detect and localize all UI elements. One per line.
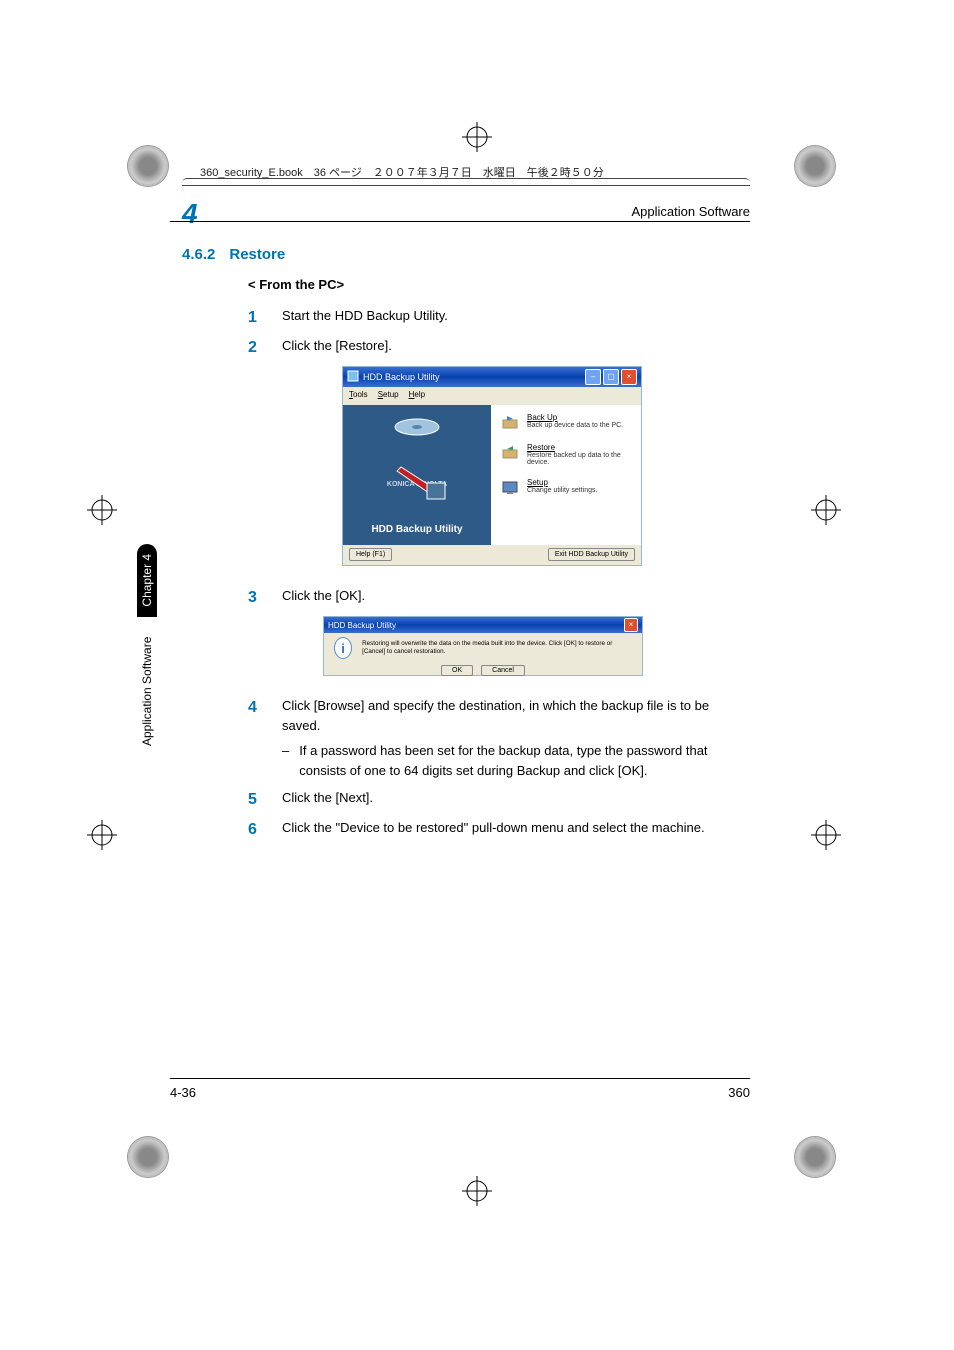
reg-mark-left-bot xyxy=(87,820,117,850)
dialog-ok-button[interactable]: OK xyxy=(441,665,473,676)
section-number: 4 xyxy=(182,198,198,230)
restore-arrow-icon xyxy=(389,463,449,503)
restore-desc: Restore backed up data to the device. xyxy=(527,452,631,466)
setup-desc: Change utility settings. xyxy=(527,487,597,494)
app-icon xyxy=(347,370,359,384)
dialog-close-button[interactable]: × xyxy=(624,618,638,632)
utility-title: HDD Backup Utility xyxy=(371,524,462,535)
menu-setup[interactable]: Setup xyxy=(378,390,399,399)
sub-heading: < From the PC> xyxy=(248,277,750,292)
step-2-text: Click the [Restore]. xyxy=(282,336,750,356)
dash-icon: – xyxy=(282,741,289,780)
dialog-message: Restoring will overwrite the data on the… xyxy=(362,640,632,655)
reg-mark-right-top xyxy=(811,495,841,525)
brand-panel: KONICA MINOLTA HDD Backup Utility xyxy=(343,405,491,545)
step-4-number: 4 xyxy=(248,696,262,720)
reg-mark-left-top xyxy=(87,495,117,525)
header-rule xyxy=(170,221,750,222)
step-3-text: Click the [OK]. xyxy=(282,586,750,606)
backup-icon xyxy=(501,413,519,431)
crop-mark-tl xyxy=(128,146,168,186)
option-backup[interactable]: Back Up Back up device data to the PC. xyxy=(491,405,641,435)
exit-button[interactable]: Exit HDD Backup Utility xyxy=(548,548,635,561)
step-1-text: Start the HDD Backup Utility. xyxy=(282,306,750,326)
step-5-number: 5 xyxy=(248,788,262,812)
menubar: Tools Setup Help xyxy=(343,387,641,401)
step-2-number: 2 xyxy=(248,336,262,360)
disk-graphic-icon xyxy=(387,415,447,445)
restore-title: Restore xyxy=(527,443,631,452)
step-6-text: Click the "Device to be restored" pull-d… xyxy=(282,818,750,838)
maximize-button[interactable]: ▢ xyxy=(603,369,619,385)
backup-title: Back Up xyxy=(527,413,623,422)
window-title: HDD Backup Utility xyxy=(363,372,440,382)
step-6-number: 6 xyxy=(248,818,262,842)
option-setup[interactable]: Setup Change utility settings. xyxy=(491,470,641,500)
footer-page-left: 4-36 xyxy=(170,1085,196,1100)
running-head-title: Application Software xyxy=(631,204,750,219)
footer-page-right: 360 xyxy=(728,1085,750,1100)
menu-tools[interactable]: Tools xyxy=(349,390,368,399)
close-button[interactable]: × xyxy=(621,369,637,385)
backup-desc: Back up device data to the PC. xyxy=(527,422,623,429)
chapter-pill: Chapter 4 xyxy=(137,544,157,617)
crop-mark-bl xyxy=(128,1137,168,1177)
heading-title: Restore xyxy=(229,246,285,263)
step-3-number: 3 xyxy=(248,586,262,610)
dialog-cancel-button[interactable]: Cancel xyxy=(481,665,525,676)
restore-icon xyxy=(501,443,519,461)
setup-icon xyxy=(501,478,519,496)
step-1-number: 1 xyxy=(248,306,262,330)
step-4-text: Click [Browse] and specify the destinati… xyxy=(282,696,750,735)
reg-mark-bot-ctr xyxy=(462,1176,492,1206)
crop-mark-br xyxy=(795,1137,835,1177)
menu-help[interactable]: Help xyxy=(409,390,425,399)
step-4-subtext: If a password has been set for the backu… xyxy=(299,741,750,780)
dialog-title: HDD Backup Utility xyxy=(328,621,396,630)
window-titlebar: HDD Backup Utility – ▢ × xyxy=(343,367,641,387)
minimize-button[interactable]: – xyxy=(585,369,601,385)
crop-header-text: 360_security_E.book 36 ページ ２００７年３月７日 水曜日… xyxy=(200,164,604,180)
setup-title: Setup xyxy=(527,478,597,487)
option-restore[interactable]: Restore Restore backed up data to the de… xyxy=(491,435,641,470)
step-5-text: Click the [Next]. xyxy=(282,788,750,808)
reg-mark-right-bot xyxy=(811,820,841,850)
crop-mark-tr xyxy=(795,146,835,186)
figure-confirm-dialog: HDD Backup Utility × i Restoring will ov… xyxy=(323,616,643,676)
side-tab-label: Application Software xyxy=(140,637,154,746)
heading-number: 4.6.2 xyxy=(182,246,215,263)
figure-hdd-backup-utility: HDD Backup Utility – ▢ × Tools Setup Hel… xyxy=(342,366,642,566)
info-icon: i xyxy=(334,637,352,659)
help-button[interactable]: Help (F1) xyxy=(349,548,392,561)
